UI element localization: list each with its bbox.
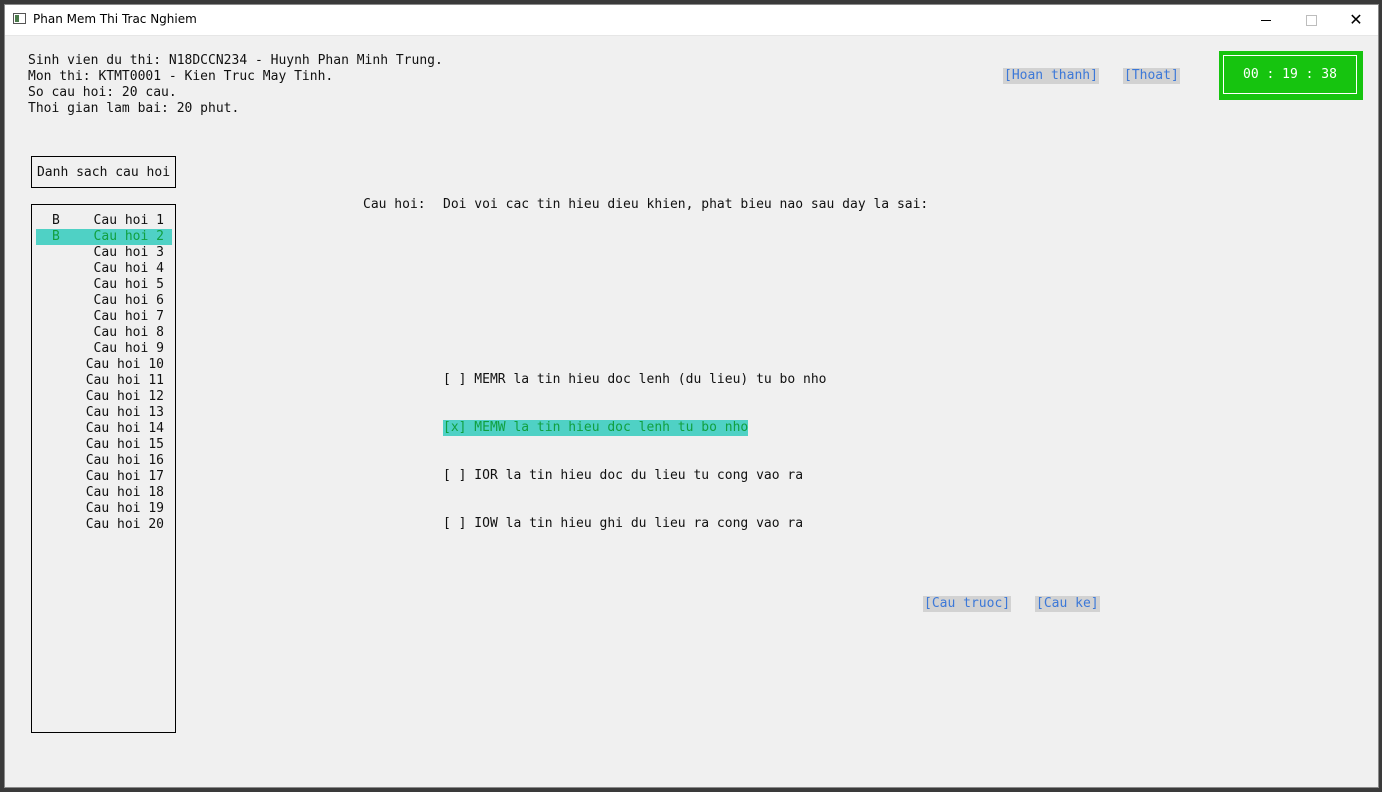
question-list-item[interactable]: Cau hoi 7: [36, 309, 172, 325]
question-list-item[interactable]: Cau hoi 13: [36, 405, 172, 421]
question-item-label: Cau hoi 16: [85, 453, 164, 468]
question-list-item[interactable]: B Cau hoi 1: [36, 213, 172, 229]
question-list-item[interactable]: Cau hoi 5: [36, 277, 172, 293]
question-answer-mark: B: [52, 213, 60, 228]
next-question-button[interactable]: [Cau ke]: [1035, 596, 1100, 612]
answer-option-a[interactable]: [ ] MEMR la tin hieu doc lenh (du lieu) …: [443, 372, 827, 388]
question-item-label: Cau hoi 13: [85, 405, 164, 420]
question-item-label: Cau hoi 5: [93, 277, 164, 292]
answer-option-b[interactable]: [x] MEMW la tin hieu doc lenh tu bo nho: [443, 420, 749, 436]
question-item-label: Cau hoi 20: [85, 517, 164, 532]
question-item-label: Cau hoi 18: [85, 485, 164, 500]
question-item-label: Cau hoi 14: [85, 421, 164, 436]
question-item-label: Cau hoi 2: [93, 229, 164, 244]
question-list-item[interactable]: Cau hoi 4: [36, 261, 172, 277]
duration-info: Thoi gian lam bai: 20 phut.: [28, 101, 240, 116]
question-list-item[interactable]: Cau hoi 19: [36, 501, 172, 517]
question-item-label: Cau hoi 19: [85, 501, 164, 516]
minimize-icon: [1261, 19, 1271, 21]
question-list-item[interactable]: Cau hoi 14: [36, 421, 172, 437]
question-text: Doi voi cac tin hieu dieu khien, phat bi…: [443, 197, 929, 212]
question-list-header: Danh sach cau hoi: [31, 156, 176, 188]
answer-option-d[interactable]: [ ] IOW la tin hieu ghi du lieu ra cong …: [443, 516, 803, 532]
question-list-item[interactable]: Cau hoi 20: [36, 517, 172, 533]
question-item-label: Cau hoi 17: [85, 469, 164, 484]
question-count-info: So cau hoi: 20 cau.: [28, 85, 177, 100]
question-item-label: Cau hoi 4: [93, 261, 164, 276]
question-list-item[interactable]: Cau hoi 18: [36, 485, 172, 501]
question-item-label: Cau hoi 3: [93, 245, 164, 260]
close-icon: ✕: [1349, 10, 1363, 29]
window-title: Phan Mem Thi Trac Nghiem: [33, 12, 197, 26]
question-list-item[interactable]: Cau hoi 9: [36, 341, 172, 357]
question-list-item[interactable]: Cau hoi 6: [36, 293, 172, 309]
exit-button[interactable]: [Thoat]: [1123, 68, 1180, 84]
maximize-icon: [1305, 14, 1317, 26]
question-item-label: Cau hoi 1: [93, 213, 164, 228]
question-list-item[interactable]: Cau hoi 17: [36, 469, 172, 485]
question-answer-mark: B: [52, 229, 60, 244]
question-item-label: Cau hoi 10: [85, 357, 164, 372]
answer-option-c[interactable]: [ ] IOR la tin hieu doc du lieu tu cong …: [443, 468, 803, 484]
question-item-label: Cau hoi 11: [85, 373, 164, 388]
timer-display: 00 : 19 : 38: [1223, 55, 1357, 94]
finish-button[interactable]: [Hoan thanh]: [1003, 68, 1099, 84]
question-list-item[interactable]: Cau hoi 3: [36, 245, 172, 261]
prev-question-button[interactable]: [Cau truoc]: [923, 596, 1012, 612]
question-item-label: Cau hoi 12: [85, 389, 164, 404]
app-window: Phan Mem Thi Trac Nghiem ✕ Sinh vien du …: [4, 4, 1379, 788]
question-item-label: Cau hoi 15: [85, 437, 164, 452]
student-info: Sinh vien du thi: N18DCCN234 - Huynh Pha…: [28, 53, 443, 68]
question-item-label: Cau hoi 7: [93, 309, 164, 324]
question-list-item[interactable]: Cau hoi 8: [36, 325, 172, 341]
question-item-label: Cau hoi 9: [93, 341, 164, 356]
question-list-item[interactable]: Cau hoi 12: [36, 389, 172, 405]
question-list-item[interactable]: Cau hoi 16: [36, 453, 172, 469]
minimize-button[interactable]: [1243, 5, 1289, 35]
title-bar: Phan Mem Thi Trac Nghiem ✕: [5, 5, 1378, 36]
question-list-item[interactable]: Cau hoi 10: [36, 357, 172, 373]
countdown-timer: 00 : 19 : 38: [1219, 51, 1363, 100]
question-list: B Cau hoi 1 B Cau hoi 2 Cau hoi 3 Cau hoi 4 Ca…: [31, 204, 176, 733]
app-icon: [13, 13, 26, 24]
question-item-label: Cau hoi 8: [93, 325, 164, 340]
question-item-label: Cau hoi 6: [93, 293, 164, 308]
question-list-item[interactable]: Cau hoi 11: [36, 373, 172, 389]
question-prompt-label: Cau hoi:: [363, 197, 426, 212]
subject-info: Mon thi: KTMT0001 - Kien Truc May Tinh.: [28, 69, 334, 84]
close-button[interactable]: ✕: [1333, 5, 1379, 35]
question-list-item[interactable]: Cau hoi 15: [36, 437, 172, 453]
question-list-item[interactable]: B Cau hoi 2: [36, 229, 172, 245]
maximize-button[interactable]: [1288, 5, 1334, 35]
